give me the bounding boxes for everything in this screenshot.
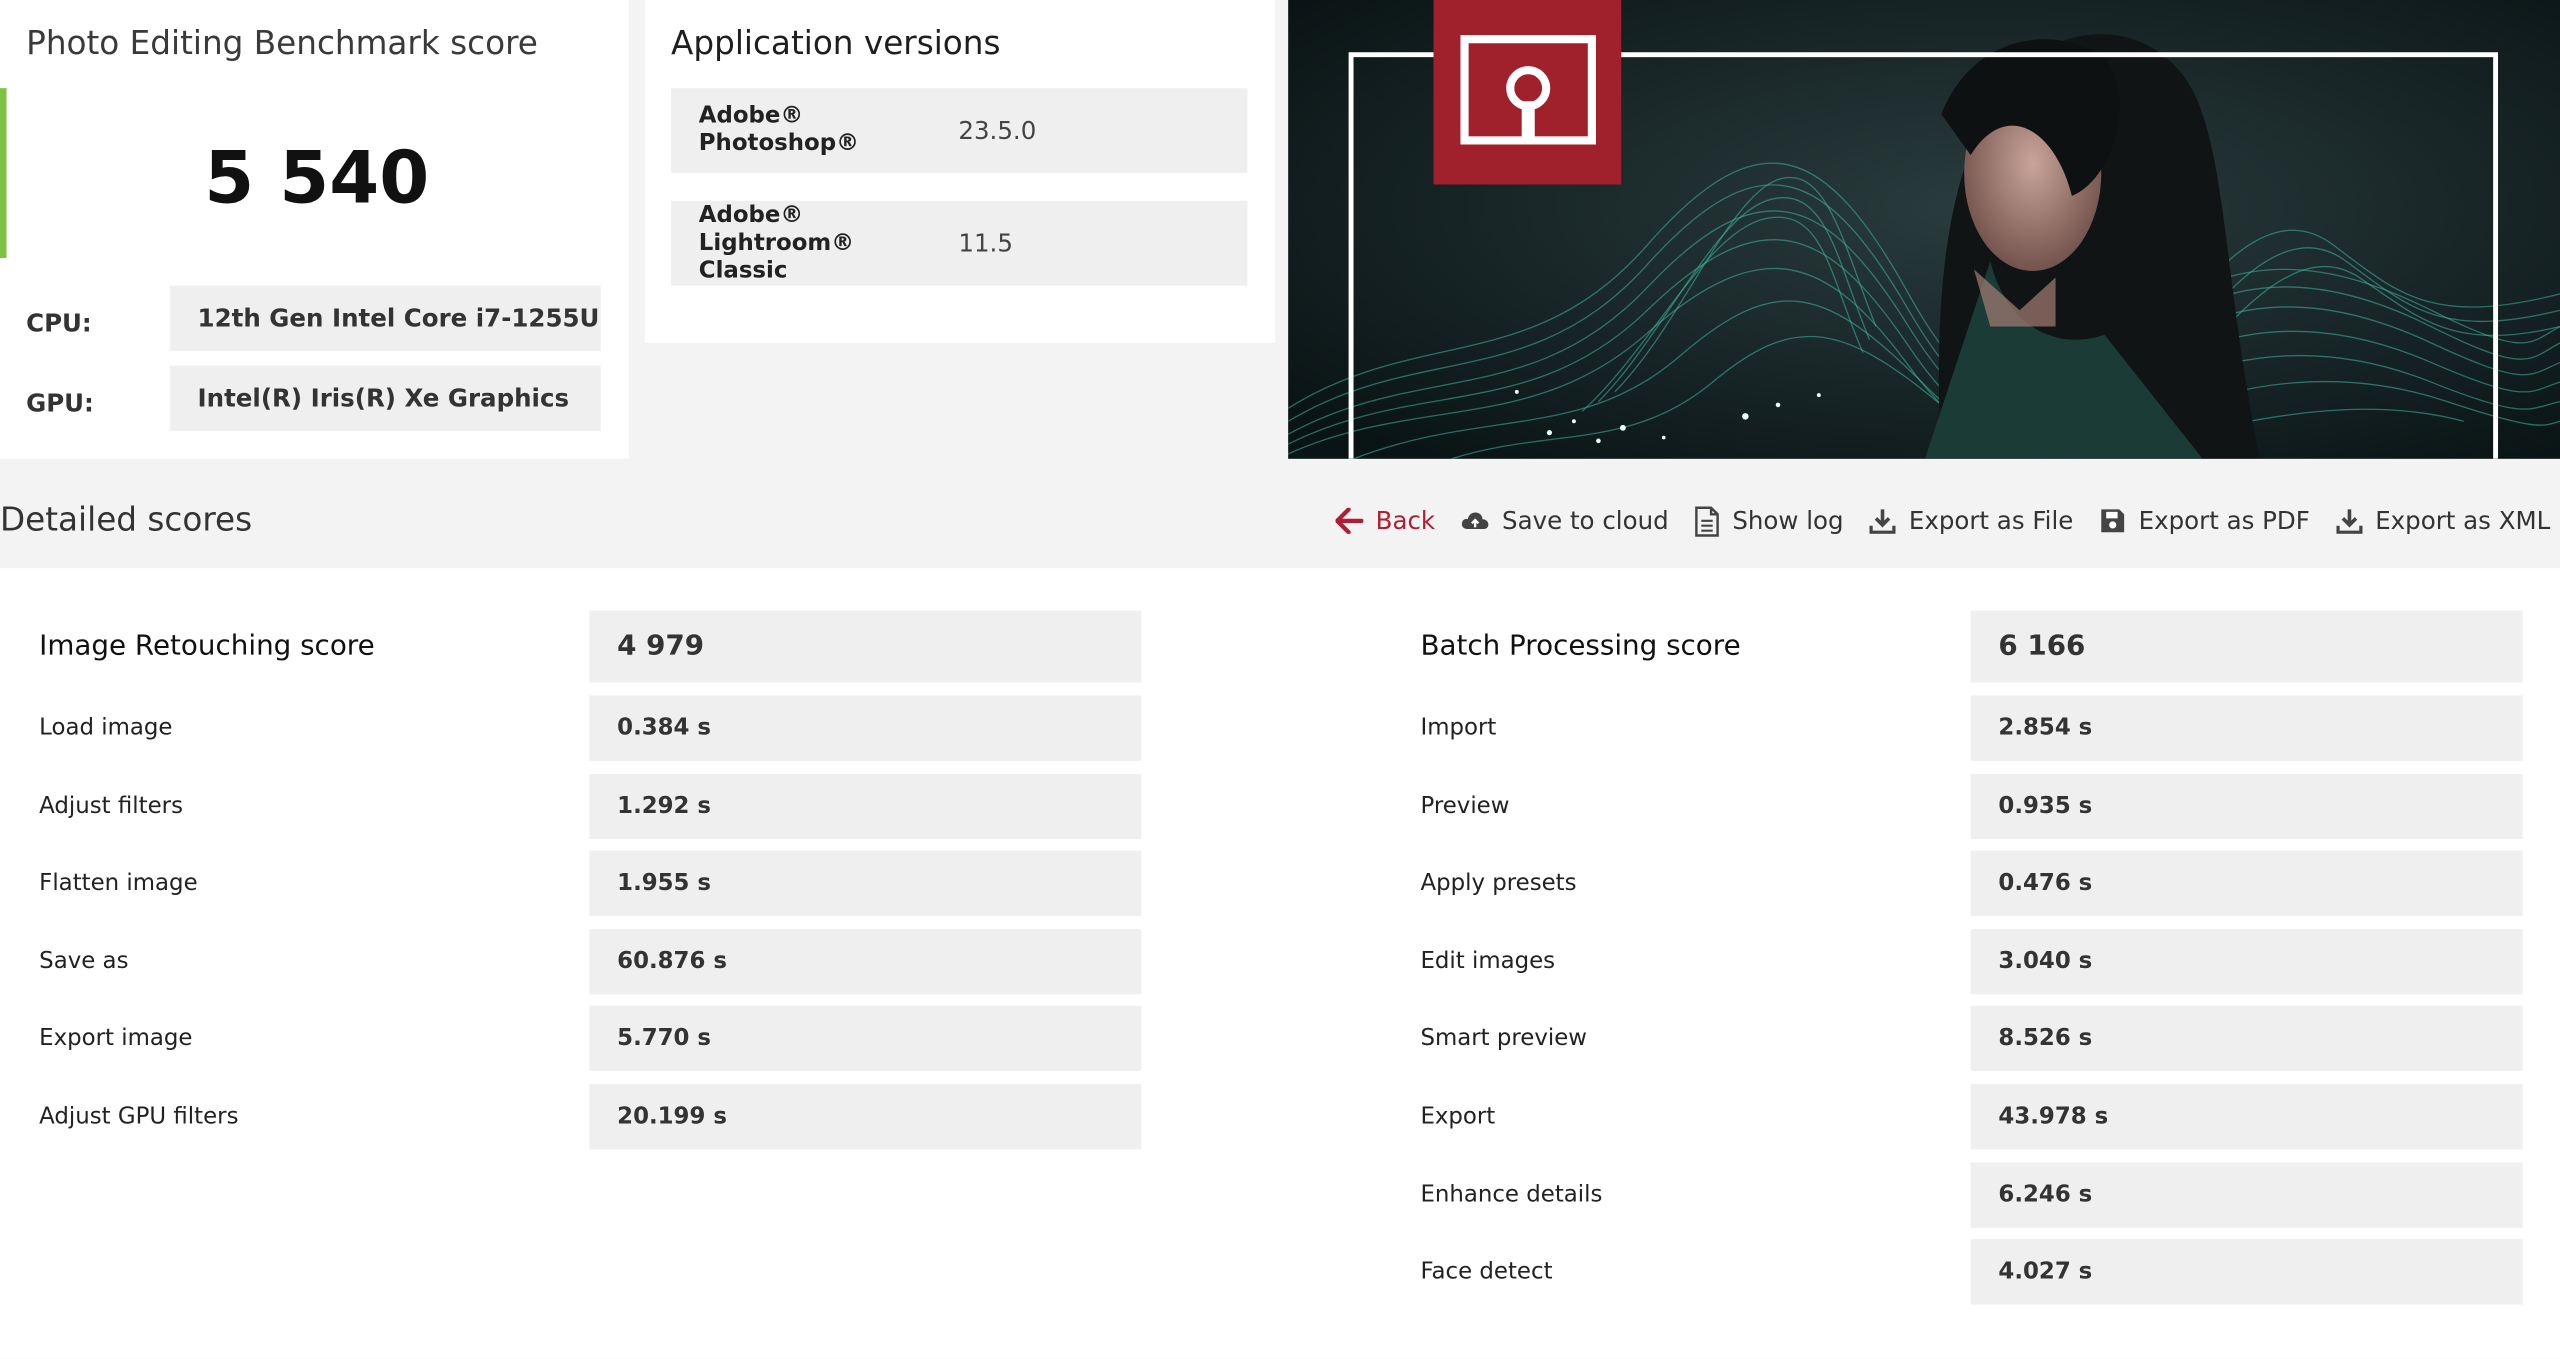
table-row: Enhance details 6.246 s — [1420, 1162, 2524, 1228]
test-value: 1.292 s — [589, 773, 1142, 840]
export-file-button[interactable]: Export as File — [1869, 506, 2074, 536]
application-versions-title: Application versions — [671, 22, 1001, 63]
app-name: Adobe® Photoshop® — [699, 88, 944, 173]
test-value: 5.770 s — [589, 1005, 1142, 1072]
benchmark-score-title: Photo Editing Benchmark score — [26, 22, 538, 63]
test-label: Edit images — [1420, 948, 1556, 975]
table-row: Face detect 4.027 s — [1420, 1239, 2524, 1305]
app-name: Adobe® Lightroom® Classic — [699, 201, 944, 286]
download-icon — [1869, 508, 1896, 534]
download-icon — [2336, 508, 2363, 534]
table-row: Edit images 3.040 s — [1420, 929, 2524, 995]
test-label: Adjust GPU filters — [39, 1103, 239, 1130]
table-row: Apply presets 0.476 s — [1420, 850, 2524, 916]
test-value: 43.978 s — [1970, 1084, 2523, 1150]
document-icon — [1695, 505, 1719, 536]
test-label: Enhance details — [1420, 1182, 1603, 1209]
table-row: Save as 60.876 s — [39, 929, 1143, 995]
cpu-value: 12th Gen Intel Core i7-1255U — [169, 285, 601, 352]
table-row: Smart preview 8.526 s — [1420, 1005, 2524, 1072]
test-label: Smart preview — [1420, 1025, 1587, 1052]
test-label: Flatten image — [39, 870, 198, 897]
test-label: Save as — [39, 948, 129, 975]
cloud-upload-icon — [1461, 509, 1489, 532]
test-value: 8.526 s — [1970, 1005, 2523, 1072]
app-name-line: Lightroom® Classic — [698, 229, 855, 284]
table-row: Adjust filters 1.292 s — [39, 773, 1143, 840]
test-label: Export image — [39, 1025, 193, 1052]
gpu-label: GPU: — [26, 388, 94, 418]
batch-processing-score-row: Batch Processing score 6 166 — [1420, 610, 2524, 683]
table-row: Export 43.978 s — [1420, 1084, 2524, 1150]
app-name-line: Adobe® — [698, 102, 804, 129]
back-label: Back — [1375, 506, 1436, 536]
app-version-row: Adobe® Lightroom® Classic 11.5 — [671, 200, 1248, 286]
test-value: 3.040 s — [1970, 929, 2523, 995]
test-label: Preview — [1420, 793, 1510, 820]
export-xml-label: Export as XML — [2375, 506, 2551, 536]
test-value: 1.955 s — [589, 850, 1142, 916]
export-xml-button[interactable]: Export as XML — [2336, 506, 2551, 536]
test-label: Face detect — [1420, 1258, 1553, 1285]
arrow-left-icon — [1334, 507, 1363, 534]
test-value: 0.476 s — [1970, 850, 2523, 916]
test-label: Apply presets — [1420, 870, 1577, 897]
test-label: Adjust filters — [39, 793, 183, 820]
table-row: Import 2.854 s — [1420, 695, 2524, 761]
test-value: 2.854 s — [1970, 695, 2523, 761]
cpu-label: CPU: — [26, 308, 92, 338]
export-pdf-button[interactable]: Export as PDF — [2099, 506, 2310, 536]
back-button[interactable]: Back — [1334, 506, 1436, 536]
show-log-label: Show log — [1732, 506, 1844, 536]
test-value: 20.199 s — [589, 1084, 1142, 1150]
gpu-value: Intel(R) Iris(R) Xe Graphics — [169, 365, 601, 432]
test-value: 0.935 s — [1970, 773, 2523, 840]
hero-illustration — [1288, 0, 2560, 459]
overall-score: 5 540 — [204, 137, 430, 221]
app-version-row: Adobe® Photoshop® 23.5.0 — [671, 88, 1248, 174]
test-label: Export — [1420, 1103, 1496, 1130]
test-value: 6.246 s — [1970, 1162, 2523, 1228]
show-log-button[interactable]: Show log — [1695, 505, 1844, 536]
test-label: Load image — [39, 715, 173, 742]
test-value: 0.384 s — [589, 695, 1142, 761]
app-version: 23.5.0 — [958, 115, 1037, 146]
test-label: Import — [1420, 715, 1497, 742]
app-version: 11.5 — [958, 228, 1013, 258]
benchmark-score-card: Photo Editing Benchmark score 5 540 CPU:… — [0, 0, 629, 459]
save-to-cloud-button[interactable]: Save to cloud — [1461, 506, 1669, 536]
hero-banner-image — [1288, 0, 2560, 459]
export-file-label: Export as File — [1908, 506, 2074, 536]
table-row: Preview 0.935 s — [1420, 773, 2524, 840]
detailed-scores-title: Detailed scores — [0, 499, 253, 539]
test-value: 60.876 s — [589, 929, 1142, 995]
save-to-cloud-label: Save to cloud — [1502, 506, 1669, 536]
test-value: 4.027 s — [1970, 1239, 2523, 1305]
image-retouching-title: Image Retouching score — [39, 630, 375, 663]
action-toolbar: Back Save to cloud Show log Export as Fi… — [1309, 500, 2551, 542]
app-name-line: Adobe® — [698, 201, 804, 228]
image-retouching-score-row: Image Retouching score 4 979 — [39, 610, 1143, 683]
table-row: Export image 5.770 s — [39, 1005, 1143, 1072]
image-retouching-score: 4 979 — [589, 610, 1142, 683]
application-versions-card: Application versions Adobe® Photoshop® 2… — [644, 0, 1276, 343]
app-name-line: Photoshop® — [698, 130, 859, 157]
table-row: Load image 0.384 s — [39, 695, 1143, 761]
save-icon — [2099, 508, 2125, 534]
table-row: Adjust GPU filters 20.199 s — [39, 1084, 1143, 1150]
batch-processing-score: 6 166 — [1970, 610, 2523, 683]
detailed-scores-panel: Image Retouching score 4 979 Load image … — [0, 568, 2560, 1359]
export-pdf-label: Export as PDF — [2138, 506, 2310, 536]
table-row: Flatten image 1.955 s — [39, 850, 1143, 916]
batch-processing-title: Batch Processing score — [1420, 630, 1741, 663]
